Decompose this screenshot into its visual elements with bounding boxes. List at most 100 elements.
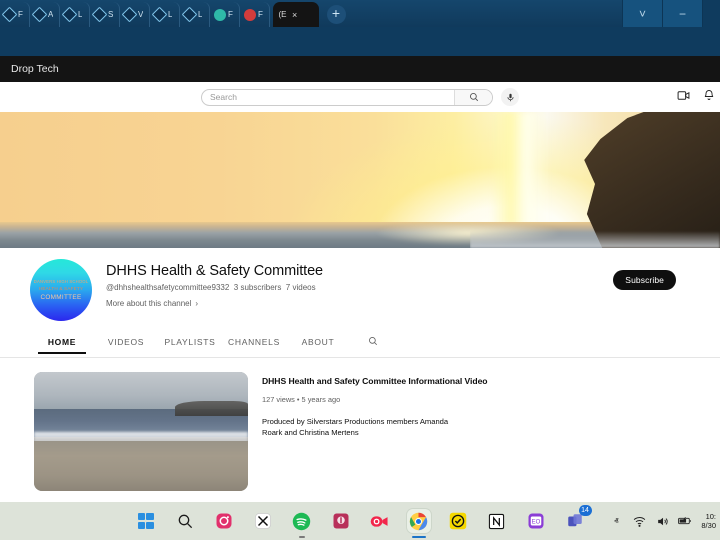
show-hidden-icons-chevron[interactable]: ⱏ — [609, 514, 623, 528]
browser-tab-label: V — [138, 10, 143, 19]
diamond-icon — [63, 8, 76, 21]
browser-tab[interactable]: L — [150, 2, 180, 27]
capcut-app[interactable] — [251, 509, 275, 533]
notification-bell-icon[interactable] — [702, 88, 716, 102]
browser-tab[interactable]: F — [210, 2, 240, 27]
running-app-indicator — [299, 536, 305, 539]
clock-date: 8/30 — [701, 521, 716, 530]
active-tab-icon: (E — [276, 8, 289, 21]
diamond-icon — [183, 8, 196, 21]
channel-meta: DHHS Health & Safety Committee @dhhsheal… — [106, 259, 323, 308]
browser-tab-label: L — [78, 10, 82, 19]
browser-chrome: FALSVLLFFPF◎F◌DF☘EE≡ACC (E × + ˅ − dhhsh… — [0, 0, 720, 82]
tab-label: CHANNELS — [228, 337, 280, 347]
channel-stats: @dhhshealthsafetycommittee9332 3 subscri… — [106, 283, 323, 292]
browser-tab[interactable]: F — [0, 2, 30, 27]
tab-channels[interactable]: CHANNELS — [222, 337, 286, 354]
edu-app[interactable]: EO — [524, 509, 548, 533]
featured-video: DHHS Health and Safety Committee Informa… — [0, 358, 720, 491]
diamond-icon — [93, 8, 106, 21]
avatar[interactable]: DANVERS HIGH SCHOOL HEALTH & SAFETY COMM… — [30, 259, 92, 321]
browser-tab-label: L — [198, 10, 202, 19]
active-tab[interactable]: (E × — [273, 2, 319, 27]
tab-label: ABOUT — [302, 337, 335, 347]
page-title: DHHS Health & Safety Committee — [106, 263, 323, 279]
tab-playlists[interactable]: PLAYLISTS — [158, 337, 222, 354]
bookmark-drop-tech[interactable]: Drop Tech — [5, 61, 65, 77]
youtube-page: DANVERS HIGH SCHOOL HEALTH & SAFETY COMM… — [0, 82, 720, 502]
search-button[interactable] — [173, 509, 197, 533]
search-button[interactable] — [454, 90, 492, 105]
browser-tab[interactable]: V — [120, 2, 150, 27]
close-tab-icon[interactable]: × — [292, 10, 297, 20]
channel-handle: @dhhshealthsafetycommittee9332 — [106, 283, 229, 292]
channel-subscribers: 3 subscribers — [234, 283, 282, 292]
clock[interactable]: 10: 8/30 — [701, 512, 716, 530]
tab-videos[interactable]: VIDEOS — [94, 337, 158, 354]
system-tray: ⱏ 10: 8/30 — [609, 512, 716, 530]
search-box[interactable] — [201, 89, 493, 106]
video-title[interactable]: DHHS Health and Safety Committee Informa… — [262, 376, 488, 386]
tab-label: HOME — [48, 337, 76, 347]
bookmarks-bar: Drop Tech — [0, 56, 720, 82]
svg-text:EO: EO — [531, 519, 540, 525]
diamond-icon — [123, 8, 136, 21]
channel-videos: 7 videos — [286, 283, 316, 292]
wifi-icon[interactable] — [632, 514, 646, 528]
browser-tab[interactable]: F — [240, 2, 270, 27]
browser-tab-label: F — [258, 10, 263, 19]
browser-tab-label: S — [108, 10, 113, 19]
subscribe-button[interactable]: Subscribe — [613, 270, 676, 290]
tab-home[interactable]: HOME — [30, 337, 94, 354]
screen-recorder-app[interactable] — [368, 509, 392, 533]
tab-search-chevron-button[interactable]: ˅ — [622, 0, 662, 27]
battery-charging-icon[interactable] — [678, 514, 692, 528]
avatar-line-2: HEALTH & SAFETY — [39, 285, 83, 293]
browser-tab-label: F — [228, 10, 233, 19]
search-input[interactable] — [202, 90, 454, 105]
browser-tab[interactable]: L — [180, 2, 210, 27]
maximize-button[interactable] — [702, 0, 720, 27]
magnifier-icon[interactable] — [368, 333, 378, 351]
diamond-icon — [153, 8, 166, 21]
new-tab-button[interactable]: + — [323, 3, 349, 25]
video-info: DHHS Health and Safety Committee Informa… — [262, 372, 488, 491]
padlet-icon — [213, 8, 226, 21]
tab-label: VIDEOS — [108, 337, 144, 347]
voice-search-button[interactable] — [501, 88, 519, 106]
todo-app[interactable] — [446, 509, 470, 533]
channel-tabs: HOME VIDEOS PLAYLISTS CHANNELS ABOUT — [0, 321, 720, 358]
photos-app[interactable] — [329, 509, 353, 533]
minimize-button[interactable]: − — [662, 0, 702, 27]
teams-app[interactable]: 14 — [563, 509, 587, 533]
chevron-right-icon: › — [195, 299, 198, 308]
instagram-app[interactable] — [212, 509, 236, 533]
tab-label: PLAYLISTS — [164, 337, 215, 347]
notification-badge: 14 — [579, 505, 592, 516]
volume-icon[interactable] — [655, 514, 669, 528]
windows-taskbar: EO14 ⱏ 10: — [0, 502, 720, 540]
tab-list[interactable]: FALSVLLFFPF◎F◌DF☘EE≡ACC — [0, 0, 273, 27]
more-about-channel-link[interactable]: More about this channel › — [106, 299, 323, 308]
youtube-header — [0, 82, 720, 112]
tab-about[interactable]: ABOUT — [286, 337, 350, 354]
video-thumbnail[interactable] — [34, 372, 248, 491]
notion-app[interactable] — [485, 509, 509, 533]
window-controls: ˅ − — [622, 0, 720, 27]
create-video-icon[interactable] — [676, 88, 690, 102]
youtube-search-area — [201, 88, 519, 106]
chrome-app[interactable] — [407, 509, 431, 533]
channel-banner — [0, 112, 720, 248]
browser-tab[interactable]: A — [30, 2, 60, 27]
spotify-app[interactable] — [290, 509, 314, 533]
browser-tab[interactable]: L — [60, 2, 90, 27]
browser-tab-label: F — [18, 10, 23, 19]
browser-tab[interactable]: S — [90, 2, 120, 27]
new-tab-plus-icon: + — [327, 5, 346, 24]
browser-tab-label: L — [168, 10, 172, 19]
video-stats: 127 views • 5 years ago — [262, 395, 488, 404]
active-app-indicator — [412, 536, 426, 539]
start-button[interactable] — [134, 509, 158, 533]
avatar-line-3: COMMITTEE — [40, 293, 81, 302]
url-bar-row: dhhshealthsafetycommittee9332 — [0, 27, 720, 56]
